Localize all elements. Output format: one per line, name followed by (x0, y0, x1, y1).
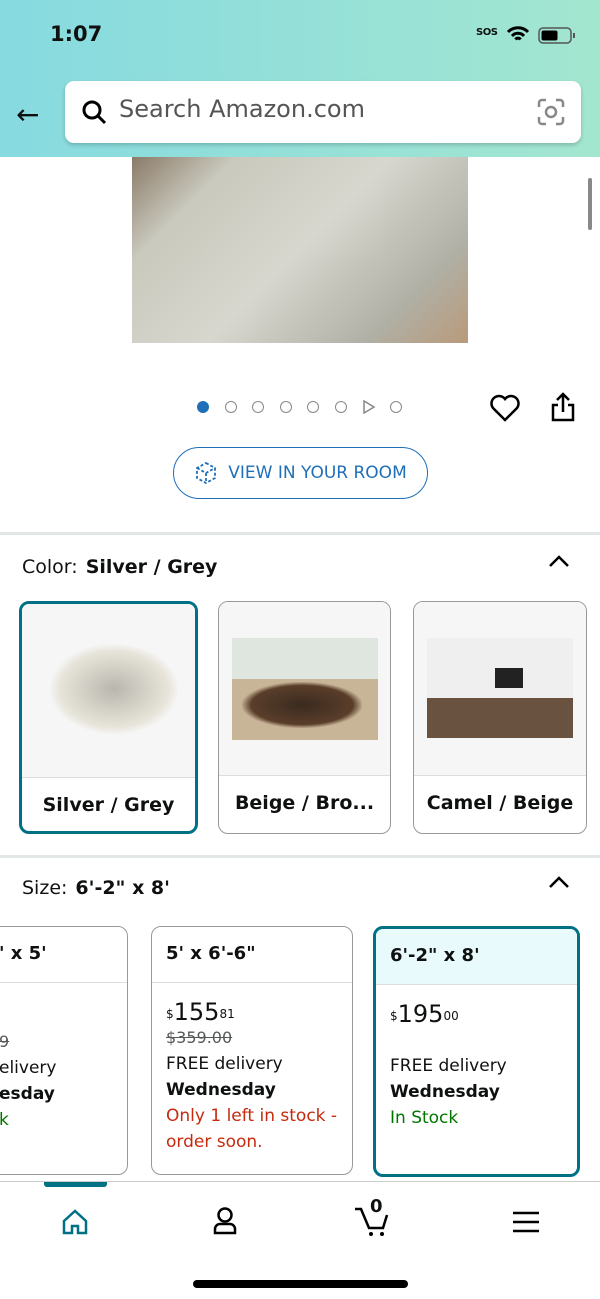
size-label: Size: 6'-2" x 8' (22, 877, 170, 899)
price: $19500 (390, 1000, 459, 1028)
scrollbar[interactable] (588, 178, 592, 230)
gallery-dot-active[interactable] (197, 401, 209, 413)
color-option-beige-brown[interactable]: Beige / Bro... (218, 601, 391, 834)
color-selected-value: Silver / Grey (85, 556, 218, 578)
gallery-dot[interactable] (225, 401, 237, 413)
swatch-image (427, 638, 573, 738)
delivery-day: Wednesday (166, 1080, 276, 1100)
chevron-up-icon[interactable] (548, 553, 570, 569)
menu-icon[interactable] (512, 1210, 540, 1234)
size-title: 5' x 6'-6" (152, 927, 352, 983)
sos-indicator: SOS (476, 27, 498, 38)
search-bar[interactable] (65, 81, 581, 143)
swatch-label: Camel / Beige (426, 792, 574, 814)
stock-status: In Stock (390, 1108, 459, 1128)
divider (0, 532, 600, 535)
bottom-nav: 0 (0, 1181, 600, 1299)
price: $15581 (166, 998, 235, 1026)
home-indicator (193, 1280, 408, 1288)
color-option-silver-grey[interactable]: Silver / Grey (19, 601, 198, 834)
camera-search-icon[interactable] (537, 98, 565, 126)
delivery-text: FREE delivery (166, 1054, 283, 1074)
delivery-day: esday (0, 1084, 55, 1104)
size-option-card[interactable]: 5' x 6'-6" $15581 $359.00 FREE delivery … (151, 926, 353, 1175)
color-label-text: Color: (22, 556, 78, 578)
divider (0, 855, 600, 858)
back-arrow-icon[interactable]: ← (16, 98, 39, 131)
gallery-dot[interactable] (307, 401, 319, 413)
gallery-dot[interactable] (252, 401, 264, 413)
list-price: $359.00 (166, 1028, 233, 1047)
delivery-text: FREE delivery (390, 1056, 507, 1076)
size-title: 6'-2" x 8' (376, 929, 577, 985)
home-icon[interactable] (61, 1208, 89, 1236)
size-label-text: Size: (22, 877, 68, 899)
product-image[interactable] (132, 157, 468, 343)
cart-count: 0 (370, 1196, 383, 1217)
video-play-icon[interactable] (362, 400, 376, 414)
list-price: 9 (0, 1032, 10, 1051)
stock-status: Only 1 left in stock - order soon. (166, 1106, 338, 1152)
view-in-room-button[interactable]: VIEW IN YOUR ROOM (173, 447, 428, 499)
size-title: ' x 5' (0, 927, 127, 983)
swatch-label: Beige / Bro... (234, 792, 375, 814)
size-selected-value: 6'-2" x 8' (75, 877, 170, 899)
color-label: Color: Silver / Grey (22, 556, 217, 578)
chevron-up-icon[interactable] (548, 874, 570, 890)
color-option-camel-beige[interactable]: Camel / Beige (413, 601, 587, 834)
share-icon[interactable] (550, 391, 576, 423)
account-icon[interactable] (211, 1206, 239, 1236)
search-icon (82, 100, 107, 125)
battery-icon (538, 27, 575, 44)
delivery-text: elivery (0, 1058, 57, 1078)
ar-cube-icon (196, 461, 217, 485)
swatch-label: Silver / Grey (42, 794, 175, 816)
wifi-icon (506, 26, 530, 41)
gallery-dot[interactable] (280, 401, 292, 413)
gallery-dot[interactable] (390, 401, 402, 413)
size-option-card-selected[interactable]: 6'-2" x 8' $19500 FREE delivery Wednesda… (373, 926, 580, 1177)
stock-status: k (0, 1107, 113, 1133)
status-time: 1:07 (50, 22, 103, 46)
size-option-card[interactable]: ' x 5' 9 elivery esday k (0, 926, 128, 1175)
view-in-room-label: VIEW IN YOUR ROOM (228, 463, 407, 483)
swatch-image (50, 644, 178, 734)
swatch-image (232, 638, 378, 740)
search-input[interactable] (119, 95, 519, 123)
active-tab-indicator (44, 1182, 107, 1187)
heart-icon[interactable] (489, 393, 521, 423)
delivery-day: Wednesday (390, 1082, 500, 1102)
gallery-dot[interactable] (335, 401, 347, 413)
